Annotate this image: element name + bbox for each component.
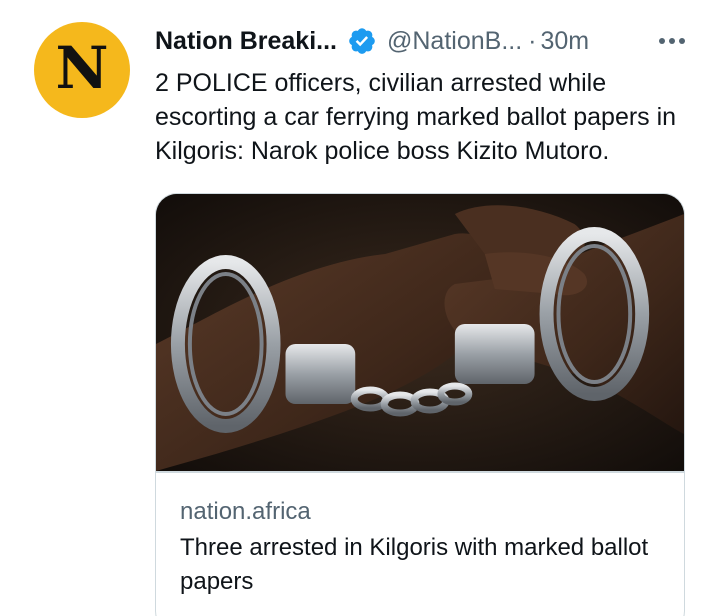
verified-badge-icon (347, 26, 377, 56)
more-options-icon[interactable] (652, 26, 692, 56)
tweet[interactable]: N Nation Breaki... @NationB... · 30m 2 P… (0, 0, 720, 616)
display-name[interactable]: Nation Breaki... (155, 27, 337, 56)
tweet-text: 2 POLICE officers, civilian arrested whi… (155, 69, 677, 165)
avatar[interactable]: N (34, 22, 130, 118)
avatar-letter: N (55, 34, 109, 102)
card-divider (156, 471, 684, 473)
timestamp[interactable]: 30m (540, 27, 589, 56)
handle[interactable]: @NationB... (387, 27, 522, 56)
card-title[interactable]: Three arrested in Kilgoris with marked b… (180, 531, 650, 599)
link-card[interactable]: nation.africa Three arrested in Kilgoris… (155, 193, 685, 616)
card-domain[interactable]: nation.africa (180, 498, 311, 526)
tweet-header: Nation Breaki... @NationB... · 30m (155, 24, 692, 58)
card-image[interactable] (156, 194, 684, 471)
separator-dot: · (528, 26, 537, 55)
